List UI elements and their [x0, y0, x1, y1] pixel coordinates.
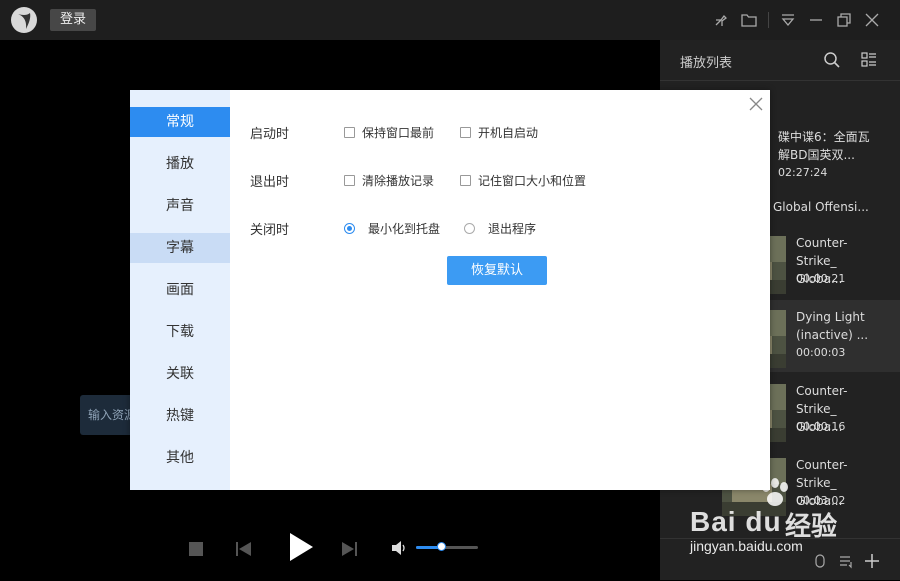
- clear-history-label: 清除播放记录: [362, 174, 435, 188]
- menu-icon[interactable]: [778, 10, 798, 30]
- next-icon[interactable]: [341, 541, 357, 560]
- toolbar-divider: [768, 12, 769, 28]
- playlist-top-item-duration: 02:27:24: [778, 166, 828, 179]
- restore-defaults-button[interactable]: 恢复默认: [447, 256, 547, 285]
- exit-program-option[interactable]: 退出程序: [464, 220, 536, 237]
- playlist-title: 播放列表: [680, 56, 733, 71]
- dialog-close-icon[interactable]: [748, 96, 764, 112]
- playlist-item-name: Dying Light (inactive) ...: [796, 310, 869, 342]
- minimize-to-tray-radio[interactable]: [344, 223, 355, 234]
- volume-slider[interactable]: [416, 542, 478, 551]
- playlist-item-duration: 00:00:16: [796, 420, 846, 433]
- volume-icon[interactable]: [391, 540, 407, 560]
- restore-icon[interactable]: [834, 10, 854, 30]
- playlist-footer: [660, 538, 900, 581]
- exit-program-radio[interactable]: [464, 223, 475, 234]
- volume-slider-knob[interactable]: [436, 542, 446, 551]
- settings-nav-other[interactable]: 其他: [130, 443, 230, 473]
- sort-icon[interactable]: [838, 553, 854, 569]
- settings-nav-subtitle[interactable]: 字幕: [130, 233, 230, 263]
- clear-history-checkbox[interactable]: [344, 175, 355, 186]
- exit-label: 退出时: [250, 175, 290, 190]
- settings-nav-association[interactable]: 关联: [130, 359, 230, 389]
- title-bar: 登录: [0, 0, 900, 40]
- settings-dialog: 常规 播放 声音 字幕 画面 下载 关联 热键 其他 启动时 保持窗口最前 开机…: [130, 90, 770, 490]
- autostart-label: 开机自启动: [478, 126, 539, 140]
- add-icon[interactable]: [864, 553, 880, 569]
- playlist-header: 播放列表: [660, 40, 900, 81]
- minimize-icon[interactable]: [806, 10, 826, 30]
- stop-icon[interactable]: [189, 541, 203, 560]
- settings-nav-audio[interactable]: 声音: [130, 191, 230, 221]
- prev-icon[interactable]: [236, 541, 252, 560]
- keep-on-top-checkbox[interactable]: [344, 127, 355, 138]
- settings-nav-playback[interactable]: 播放: [130, 149, 230, 179]
- minimize-to-tray-label: 最小化到托盘: [368, 222, 441, 236]
- autostart-checkbox[interactable]: [460, 127, 471, 138]
- play-icon[interactable]: [288, 532, 314, 566]
- search-icon[interactable]: [822, 50, 842, 70]
- close-icon[interactable]: [862, 10, 882, 30]
- playlist-item-duration: 00:03:02: [796, 494, 846, 507]
- app-logo[interactable]: [11, 7, 37, 33]
- minimize-to-tray-option[interactable]: 最小化到托盘: [344, 220, 440, 237]
- settings-nav-download[interactable]: 下载: [130, 317, 230, 347]
- exit-program-label: 退出程序: [488, 222, 537, 236]
- remember-window-option[interactable]: 记住窗口大小和位置: [460, 172, 586, 189]
- playlist-item-duration: 00:00:21: [796, 272, 846, 285]
- list-view-icon[interactable]: [859, 50, 879, 70]
- remember-window-label: 记住窗口大小和位置: [478, 174, 587, 188]
- settings-nav-hotkeys[interactable]: 热键: [130, 401, 230, 431]
- clear-history-option[interactable]: 清除播放记录: [344, 172, 434, 189]
- pin-icon[interactable]: [712, 10, 732, 30]
- keep-on-top-option[interactable]: 保持窗口最前: [344, 124, 434, 141]
- login-button[interactable]: 登录: [50, 9, 96, 31]
- playlist-top-item-name[interactable]: 碟中谍6：全面瓦解BD国英双...: [778, 128, 878, 164]
- playlist-group-label[interactable]: Global Offensi...: [773, 200, 869, 214]
- autostart-option[interactable]: 开机自启动: [460, 124, 538, 141]
- settings-nav-video[interactable]: 画面: [130, 275, 230, 305]
- mouse-icon[interactable]: [812, 553, 828, 569]
- startup-label: 启动时: [250, 127, 290, 142]
- keep-on-top-label: 保持窗口最前: [362, 126, 435, 140]
- settings-nav-general[interactable]: 常规: [130, 107, 230, 137]
- folder-icon[interactable]: [739, 10, 759, 30]
- settings-sidebar: 常规 播放 声音 字幕 画面 下载 关联 热键 其他: [130, 90, 230, 490]
- playlist-item-duration: 00:00:03: [796, 346, 846, 359]
- close-label: 关闭时: [250, 223, 290, 238]
- remember-window-checkbox[interactable]: [460, 175, 471, 186]
